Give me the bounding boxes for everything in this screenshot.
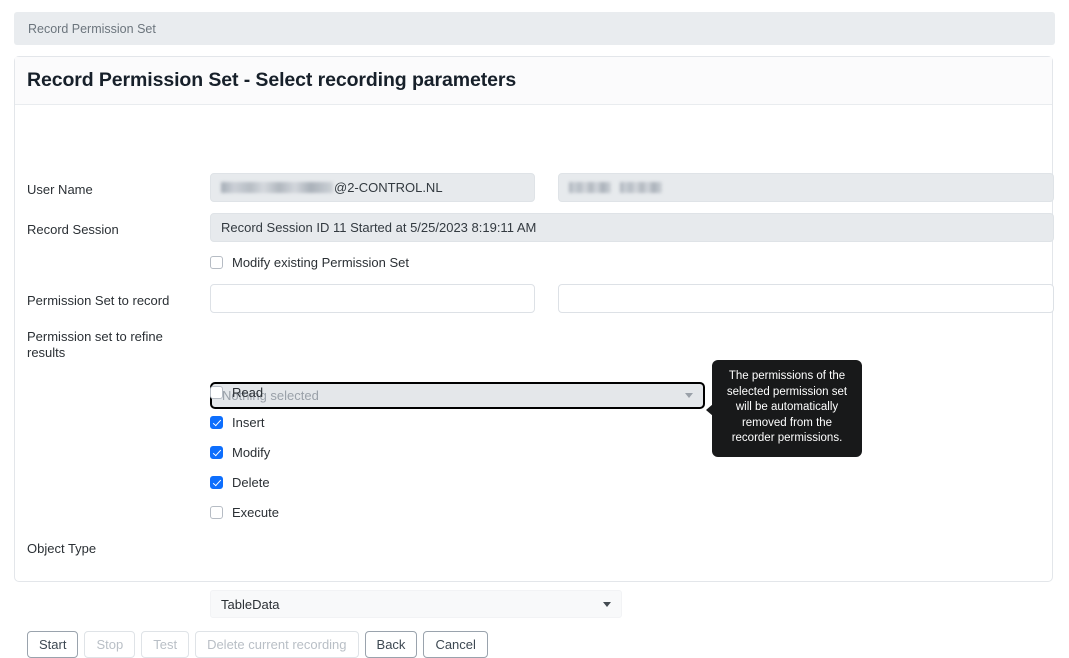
- permission-checkbox-execute[interactable]: [210, 505, 223, 519]
- breadcrumb: Record Permission Set: [14, 12, 1055, 45]
- chevron-down-icon: [685, 393, 693, 398]
- tooltip-text: The permissions of the selected permissi…: [726, 370, 848, 444]
- redacted-first-name: [569, 182, 611, 193]
- permission-row-read[interactable]: Read: [210, 383, 263, 401]
- cancel-button[interactable]: Cancel: [423, 631, 488, 658]
- permission-checkbox-insert[interactable]: [210, 415, 223, 429]
- panel-body: User Name @2-CONTROL.NL Record Session R…: [15, 105, 1054, 658]
- record-session-field: Record Session ID 11 Started at 5/25/202…: [210, 213, 1054, 242]
- permission-set-to-record-input-right[interactable]: [558, 284, 1054, 313]
- user-name-label: User Name: [27, 182, 93, 197]
- start-button[interactable]: Start: [27, 631, 79, 658]
- permission-label-execute: Execute: [232, 504, 279, 520]
- permission-checkbox-delete[interactable]: [210, 475, 223, 489]
- modify-existing-permission-set-row[interactable]: Modify existing Permission Set: [210, 253, 409, 271]
- modify-existing-permission-set-checkbox[interactable]: [210, 255, 223, 269]
- permission-set-to-refine-selected-value: Nothing selected: [222, 388, 319, 403]
- permission-row-execute[interactable]: Execute: [210, 503, 279, 521]
- permission-set-to-refine-label-line1: Permission set to refine: [27, 329, 163, 344]
- object-type-label: Object Type: [27, 541, 97, 556]
- test-button: Test: [141, 631, 190, 658]
- permission-checkbox-read[interactable]: [210, 385, 223, 399]
- user-name-domain: @2-CONTROL.NL: [334, 180, 443, 195]
- chevron-down-icon: [603, 601, 611, 607]
- page-title: Record Permission Set - Select recording…: [27, 69, 517, 91]
- redacted-username: [221, 182, 333, 193]
- panel-header: Record Permission Set - Select recording…: [15, 57, 1052, 105]
- permission-row-modify[interactable]: Modify: [210, 443, 270, 461]
- breadcrumb-item-record-permission-set[interactable]: Record Permission Set: [14, 22, 156, 36]
- object-type-dropdown[interactable]: TableData: [210, 590, 622, 618]
- record-session-label: Record Session: [27, 222, 119, 237]
- permission-set-to-record-label: Permission Set to record: [27, 293, 170, 308]
- action-button-bar: Start Stop Test Delete current recording…: [27, 631, 488, 658]
- back-button[interactable]: Back: [364, 631, 418, 658]
- permission-label-insert: Insert: [232, 414, 265, 430]
- modify-existing-permission-set-label: Modify existing Permission Set: [232, 254, 410, 270]
- permission-checkbox-modify[interactable]: [210, 445, 223, 459]
- permission-set-to-refine-label: Permission set to refine results: [27, 329, 202, 361]
- user-display-name-field: [558, 173, 1054, 202]
- permission-set-to-record-input-left[interactable]: [210, 284, 535, 313]
- permission-set-to-refine-dropdown[interactable]: Nothing selected: [210, 382, 705, 409]
- permission-label-delete: Delete: [232, 474, 270, 490]
- permission-set-to-refine-tooltip: The permissions of the selected permissi…: [706, 360, 862, 457]
- redacted-last-name: [620, 182, 662, 193]
- user-name-field: @2-CONTROL.NL: [210, 173, 535, 202]
- object-type-selected-value: TableData: [221, 596, 280, 612]
- permission-label-modify: Modify: [232, 444, 271, 460]
- permission-label-read: Read: [232, 384, 264, 400]
- permission-set-to-refine-label-line2: results: [27, 345, 66, 360]
- record-permission-set-panel: Record Permission Set - Select recording…: [14, 56, 1054, 658]
- delete-current-recording-button: Delete current recording: [195, 631, 359, 658]
- permission-row-insert[interactable]: Insert: [210, 413, 265, 431]
- permission-row-delete[interactable]: Delete: [210, 473, 270, 491]
- stop-button: Stop: [84, 631, 136, 658]
